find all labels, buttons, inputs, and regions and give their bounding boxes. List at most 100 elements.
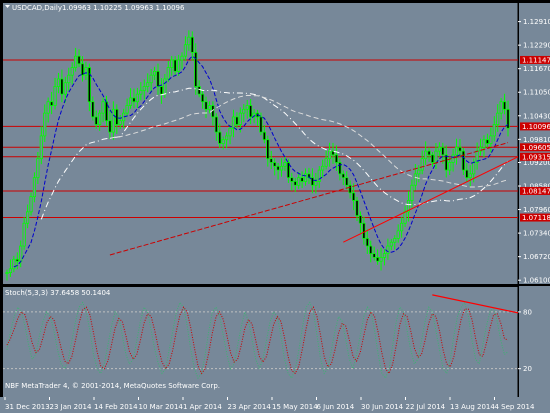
- candle-body: [19, 245, 23, 262]
- candle-body: [249, 105, 253, 118]
- price-label: 1.10096: [522, 123, 550, 131]
- candle-body: [458, 146, 462, 152]
- candle-body: [101, 101, 105, 114]
- candle-body: [448, 162, 452, 171]
- candle-body: [176, 59, 181, 72]
- candle-body: [70, 67, 74, 76]
- candle-body: [197, 86, 201, 95]
- candle-body: [183, 44, 188, 57]
- candle-body: [454, 146, 459, 156]
- candle-body: [25, 211, 30, 224]
- candle-body: [187, 36, 191, 46]
- candle-body: [276, 165, 280, 171]
- candle-body: [334, 154, 339, 163]
- candle-body: [29, 196, 33, 213]
- candle-body: [468, 173, 472, 179]
- candle-body: [266, 139, 270, 160]
- candle-body: [492, 124, 496, 137]
- time-tick-label: 31 Dec 2013: [5, 403, 50, 411]
- candle-body: [303, 173, 308, 182]
- candle-body: [163, 78, 167, 95]
- candle-body: [420, 158, 424, 171]
- chart-symbol-title: USDCAD,Daily: [12, 4, 62, 12]
- candle-body: [430, 154, 435, 163]
- candle-body: [46, 101, 50, 114]
- candle-body: [472, 162, 476, 175]
- candle-body: [444, 154, 448, 171]
- time-tick-label: 14 Feb 2014: [94, 403, 138, 411]
- candle-body: [43, 112, 47, 137]
- candle-body: [345, 177, 349, 186]
- candle-body: [441, 146, 445, 156]
- candle-body: [400, 222, 404, 232]
- candle-body: [63, 82, 67, 95]
- candle-body: [98, 112, 102, 125]
- candle-body: [235, 116, 239, 125]
- candle-body: [60, 78, 64, 95]
- candle-body: [382, 253, 387, 258]
- main-chart-area[interactable]: [3, 3, 518, 284]
- candle-body: [290, 177, 294, 182]
- candle-body: [393, 238, 397, 243]
- candle-body: [461, 150, 465, 171]
- candle-body: [297, 177, 301, 186]
- candle-body: [108, 120, 112, 133]
- candle-body: [376, 257, 380, 262]
- candle-body: [379, 257, 383, 262]
- time-tick-label: 15 May 2014: [272, 403, 318, 411]
- candle-body: [362, 222, 366, 239]
- candle-body: [204, 101, 208, 110]
- price-tick-label: 1.12910: [523, 18, 550, 26]
- candle-body: [146, 82, 150, 87]
- candle-body: [259, 116, 263, 133]
- price-label: 1.07118: [522, 214, 550, 222]
- time-tick-label: 23 Jan 2014: [50, 403, 93, 411]
- price-tick-label: 1.07340: [523, 230, 550, 238]
- candle-body: [269, 158, 273, 163]
- candle-body: [293, 181, 297, 186]
- time-tick-label: 10 Mar 2014: [139, 403, 184, 411]
- candle-body: [128, 97, 133, 106]
- candle-body: [170, 59, 174, 68]
- candle-body: [485, 139, 490, 144]
- candle-body: [94, 116, 98, 125]
- candle-body: [156, 70, 160, 87]
- candle-body: [22, 222, 26, 247]
- candle-body: [245, 105, 249, 110]
- candle-body: [327, 150, 332, 160]
- chart-ohlc-values: 1.09963 1.10225 1.09963 1.10096: [62, 4, 185, 12]
- candle-body: [132, 97, 136, 103]
- candle-body: [310, 177, 315, 186]
- candle-body: [410, 184, 414, 201]
- candle-body: [238, 112, 242, 125]
- candle-body: [489, 135, 493, 144]
- candle-body: [273, 162, 277, 167]
- time-tick-label: 13 Aug 2014: [450, 403, 495, 411]
- price-tick-label: 1.09810: [523, 136, 550, 144]
- candle-body: [386, 245, 390, 255]
- candle-body: [221, 139, 225, 144]
- time-tick-label: 30 Jun 2014: [361, 403, 404, 411]
- candle-body: [283, 162, 287, 167]
- candle-body: [279, 165, 284, 171]
- price-label: 1.08147: [522, 187, 550, 195]
- chart-canvas[interactable]: 1.12910 1.12290 1.11670 1.11050 1.10430 1.098…: [0, 0, 550, 413]
- time-tick-label: 22 Jul 2014: [406, 403, 446, 411]
- stochastic-panel[interactable]: [3, 287, 518, 397]
- candle-body: [111, 108, 115, 133]
- price-tick-label: 1.11670: [523, 65, 550, 73]
- candle-body: [351, 192, 356, 201]
- candle-body: [372, 253, 376, 258]
- candle-body: [142, 86, 146, 91]
- candle-body: [125, 105, 129, 114]
- candle-body: [317, 169, 321, 182]
- candle-body: [118, 120, 122, 125]
- candle-body: [321, 165, 325, 171]
- candle-body: [12, 258, 16, 270]
- price-tick-label: 1.07960: [523, 206, 550, 214]
- candle-body: [56, 78, 61, 87]
- candle-body: [403, 211, 407, 224]
- stoch-title: Stoch(5,3,3) 37.6458 50.1404: [5, 289, 111, 297]
- candle-body: [396, 230, 400, 239]
- candle-body: [39, 135, 43, 160]
